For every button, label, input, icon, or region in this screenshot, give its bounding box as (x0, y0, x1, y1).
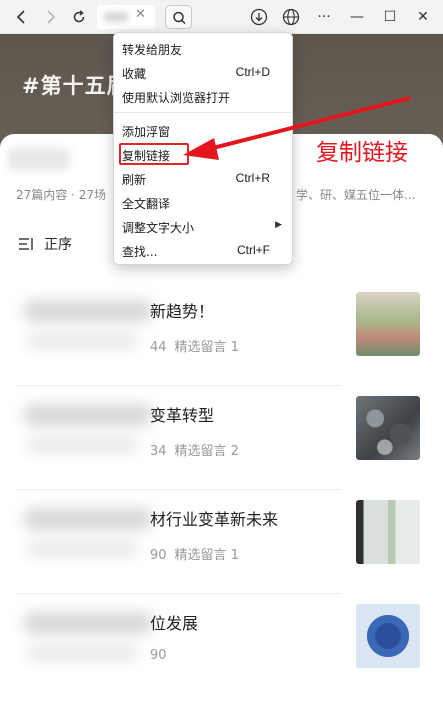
menu-separator (114, 112, 292, 113)
browser-toolbar: ✕ ··· — ☐ ✕ (0, 0, 443, 34)
menu-item-open-default-browser[interactable]: 使用默认浏览器打开 (114, 85, 292, 107)
article-item[interactable]: 材行业变革新未来 90 精选留言 1 (16, 490, 341, 594)
menu-item-shortcut: Ctrl+D (235, 65, 270, 79)
article-comments: 精选留言 1 (174, 548, 239, 563)
arrow-right-icon (47, 10, 56, 24)
more-button[interactable]: ··· (313, 6, 335, 28)
blurred-title (24, 612, 152, 634)
sort-icon (19, 238, 33, 250)
menu-item-label: 刷新 (122, 173, 147, 187)
article-meta: 90 (150, 648, 175, 663)
menu-item-find[interactable]: 查找... Ctrl+F (114, 239, 292, 261)
article-thumbnail[interactable] (356, 604, 420, 668)
close-icon[interactable]: ✕ (135, 7, 146, 22)
menu-item-label: 添加浮窗 (122, 125, 171, 139)
address-bar[interactable]: ✕ (97, 5, 155, 29)
blurred-url (103, 12, 129, 22)
article-title: 新趋势！ (150, 302, 215, 321)
article-comments: 精选留言 1 (174, 340, 239, 355)
article-views: 90 (150, 548, 167, 563)
menu-item-shortcut: Ctrl+F (237, 243, 270, 257)
article-meta: 34 精选留言 2 (150, 440, 239, 459)
menu-item-share[interactable]: 转发给朋友 (114, 37, 292, 59)
blurred-account-name (8, 148, 70, 170)
globe-icon (282, 8, 300, 26)
menu-item-label: 使用默认浏览器打开 (122, 91, 231, 105)
maximize-button[interactable]: ☐ (379, 6, 401, 28)
download-icon (250, 8, 268, 26)
close-window-button[interactable]: ✕ (412, 6, 434, 28)
minimize-button[interactable]: — (346, 6, 368, 28)
menu-item-label: 收藏 (122, 67, 147, 81)
article-item[interactable]: 位发展 90 (16, 594, 341, 698)
account-stats: 27篇内容 · 27场 (16, 188, 106, 202)
blurred-meta (26, 542, 138, 556)
blurred-title (24, 508, 152, 530)
forward-button[interactable] (40, 6, 62, 28)
search-icon (173, 11, 186, 25)
blurred-title (24, 300, 152, 322)
search-button[interactable] (165, 5, 192, 29)
account-description: 学、研、媒五位一体... (296, 188, 416, 202)
article-meta: 44 精选留言 1 (150, 336, 239, 355)
menu-item-label: 调整文字大小 (122, 221, 195, 235)
menu-item-shortcut: Ctrl+R (235, 171, 270, 185)
article-thumbnail[interactable] (356, 292, 420, 356)
reload-button[interactable] (68, 6, 90, 28)
copy-link-highlight (119, 143, 189, 165)
sort-label: 正序 (44, 237, 72, 253)
menu-item-label: 转发给朋友 (122, 43, 183, 57)
menu-item-floating-window[interactable]: 添加浮窗 (114, 119, 292, 141)
article-views: 44 (150, 340, 167, 355)
menu-item-label: 全文翻译 (122, 197, 171, 211)
translate-button[interactable] (280, 6, 302, 28)
annotation-text: 复制链接 (316, 140, 408, 166)
download-button[interactable] (248, 6, 270, 28)
article-item[interactable]: 变革转型 34 精选留言 2 (16, 386, 341, 490)
article-thumbnail[interactable] (356, 500, 420, 564)
back-button[interactable] (10, 6, 32, 28)
arrow-left-icon (16, 10, 25, 24)
menu-item-label: 查找... (122, 245, 158, 259)
blurred-meta (26, 646, 138, 660)
blurred-meta (26, 334, 138, 348)
article-views: 90 (150, 648, 167, 663)
context-menu: 转发给朋友 收藏 Ctrl+D 使用默认浏览器打开 添加浮窗 复制链接 刷新 Ctr… (113, 32, 293, 265)
article-thumbnail[interactable] (356, 396, 420, 460)
article-title: 变革转型 (150, 406, 215, 425)
submenu-arrow-icon: ▶ (275, 220, 282, 230)
article-views: 34 (150, 444, 167, 459)
article-title: 位发展 (150, 614, 199, 633)
article-meta: 90 精选留言 1 (150, 544, 239, 563)
blurred-title (24, 404, 152, 426)
sort-control[interactable]: 正序 (18, 234, 72, 254)
blurred-meta (26, 438, 138, 452)
article-comments: 精选留言 2 (174, 444, 239, 459)
menu-item-refresh[interactable]: 刷新 Ctrl+R (114, 167, 292, 189)
reload-icon (73, 10, 85, 23)
article-title: 材行业变革新未来 (150, 510, 279, 529)
menu-item-text-size[interactable]: 调整文字大小 ▶ (114, 215, 292, 237)
menu-item-favorite[interactable]: 收藏 Ctrl+D (114, 61, 292, 83)
article-item[interactable]: 新趋势！ 44 精选留言 1 (16, 282, 341, 386)
menu-item-translate[interactable]: 全文翻译 (114, 191, 292, 213)
